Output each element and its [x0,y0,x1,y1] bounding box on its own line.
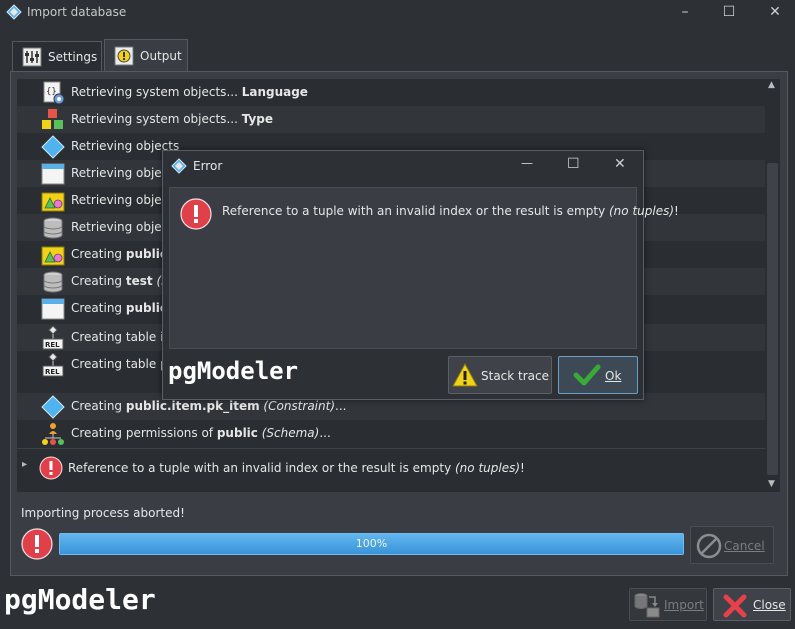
title-bar: Import database – ☐ ✕ [0,0,795,25]
list-item[interactable]: Retrieving system objects... Type [17,106,765,133]
tab-settings[interactable]: Settings [12,41,102,71]
stack-trace-button-label: Stack trace [481,369,550,383]
import-progress-bar: 100% [59,533,684,555]
import-button[interactable]: Import [629,588,707,621]
database-icon [43,217,63,239]
list-item-text: Retrieving system objects... Language [71,85,308,99]
list-item[interactable]: {} Retrieving system objects... Language [17,79,765,106]
table-icon [41,298,65,320]
progress-label: 100% [355,537,388,550]
pgmodeler-logo: pgModeler [4,583,156,616]
checkmark-icon [573,364,601,386]
schema-icon [41,192,65,212]
status-text: Importing process aborted! [21,506,185,520]
language-icon: {} [43,81,65,105]
list-item[interactable]: Creating permissions of public (Schema).… [17,420,765,447]
ok-button-label: Ok [605,369,622,383]
relationship-icon: REL [42,353,64,377]
settings-icon [22,47,42,67]
error-list-item[interactable]: ▸ Reference to a tuple with an invalid i… [17,448,765,487]
tab-output-label: Output [140,49,182,63]
permission-icon [42,423,64,445]
type-icon [42,109,63,129]
scroll-up-icon[interactable]: ▲ [768,80,775,90]
pgmodeler-app-icon [171,158,187,174]
ok-button[interactable]: Ok [558,356,638,394]
close-button[interactable]: Close [713,588,791,621]
dialog-minimize-button[interactable]: — [521,156,533,170]
scrollbar-thumb[interactable] [767,163,778,475]
close-icon [723,594,747,618]
dialog-maximize-button[interactable]: ☐ [567,156,580,172]
table-icon [41,163,65,185]
list-item-text: Creating permissions of public (Schema).… [71,426,331,440]
pgmodeler-app-icon [6,4,22,20]
close-button-label: Close [753,598,786,612]
import-icon [634,593,660,618]
tab-settings-label: Settings [48,50,98,64]
close-window-button[interactable]: ✕ [764,2,786,22]
import-button-label: Import [664,598,704,612]
window-title: Import database [27,5,127,19]
relationship-icon: REL [42,326,64,350]
svg-text:REL: REL [45,368,60,376]
cancel-button-label: Cancel [724,539,765,553]
expand-arrow-icon[interactable]: ▸ [22,459,27,470]
output-icon [114,46,134,66]
list-item-text: Retrieving system objects... Type [71,112,274,126]
dialog-close-button[interactable]: ✕ [614,156,626,172]
constraint-icon [41,135,65,159]
cancel-icon [696,533,722,559]
dialog-pgmodeler-logo: pgModeler [168,357,299,385]
vertical-scrollbar[interactable]: ▲ ▼ [765,79,780,492]
warning-icon [452,363,478,387]
list-item-text: Creating table pa [71,357,176,371]
error-icon [180,198,212,230]
error-status-icon [21,528,53,560]
schema-icon [41,246,65,266]
list-item-text: Creating public.item.pk_item (Constraint… [71,399,347,413]
error-dialog: Error — ☐ ✕ Reference to a tuple with an… [162,150,679,400]
error-icon [39,456,63,480]
database-icon [43,271,63,293]
cancel-button[interactable]: Cancel [690,526,774,564]
dialog-title: Error [193,159,223,173]
error-row-text: Reference to a tuple with an invalid ind… [68,461,525,475]
dialog-message-area: Reference to a tuple with an invalid ind… [169,187,679,349]
maximize-button[interactable]: ☐ [718,2,740,22]
scroll-down-icon[interactable]: ▼ [768,479,775,489]
constraint-icon [41,395,65,419]
dialog-message: Reference to a tuple with an invalid ind… [222,204,679,218]
stack-trace-button[interactable]: Stack trace [448,356,552,394]
tab-output[interactable]: Output [104,39,188,71]
svg-text:REL: REL [45,341,60,349]
minimize-button[interactable]: – [674,2,696,22]
